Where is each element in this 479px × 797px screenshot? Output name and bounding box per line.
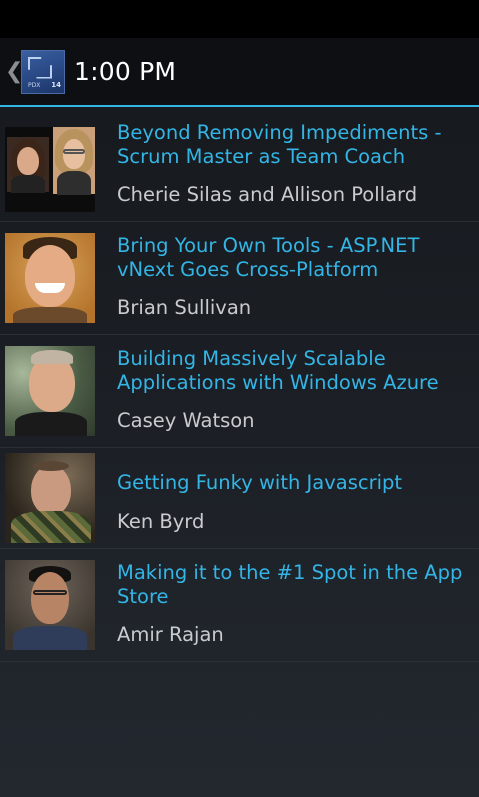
session-row[interactable]: Getting Funky with Javascript Ken Byrd bbox=[0, 448, 479, 549]
session-row[interactable]: Building Massively Scalable Applications… bbox=[0, 335, 479, 448]
speaker-photo bbox=[5, 233, 95, 323]
speaker-name: Amir Rajan bbox=[117, 623, 224, 646]
session-row[interactable]: Beyond Removing Impediments - Scrum Mast… bbox=[0, 109, 479, 222]
session-title: Getting Funky with Javascript bbox=[117, 471, 403, 494]
speaker-name: Casey Watson bbox=[117, 409, 255, 432]
speaker-photo bbox=[5, 127, 95, 212]
speaker-photo bbox=[5, 453, 95, 543]
speaker-name: Cherie Silas and Allison Pollard bbox=[117, 183, 418, 206]
chevron-left-icon: ❮ bbox=[5, 58, 24, 84]
speaker-photo bbox=[5, 346, 95, 436]
speaker-photo bbox=[5, 560, 95, 650]
session-row[interactable]: Bring Your Own Tools - ASP.NET vNext Goe… bbox=[0, 222, 479, 335]
status-bar bbox=[0, 0, 479, 38]
app-icon-subtitle: PDX bbox=[28, 81, 41, 89]
speaker-name: Ken Byrd bbox=[117, 510, 205, 533]
app-icon-year: 14 bbox=[51, 80, 61, 89]
page-title: 1:00 PM bbox=[74, 57, 177, 86]
action-bar: ❮ PDX 14 1:00 PM bbox=[0, 38, 479, 107]
session-title: Bring Your Own Tools - ASP.NET vNext Goe… bbox=[117, 234, 420, 281]
session-row[interactable]: Making it to the #1 Spot in the App Stor… bbox=[0, 549, 479, 662]
screen: ❮ PDX 14 1:00 PM Beyond Removing Impedim… bbox=[0, 0, 479, 797]
session-title: Beyond Removing Impediments - Scrum Mast… bbox=[117, 121, 442, 168]
speaker-name: Brian Sullivan bbox=[117, 296, 252, 319]
session-title: Making it to the #1 Spot in the App Stor… bbox=[117, 561, 463, 608]
session-list: Beyond Removing Impediments - Scrum Mast… bbox=[0, 109, 479, 662]
up-button[interactable]: ❮ PDX 14 bbox=[0, 38, 65, 105]
session-title: Building Massively Scalable Applications… bbox=[117, 347, 439, 394]
conference-logo-icon: PDX 14 bbox=[21, 49, 65, 94]
